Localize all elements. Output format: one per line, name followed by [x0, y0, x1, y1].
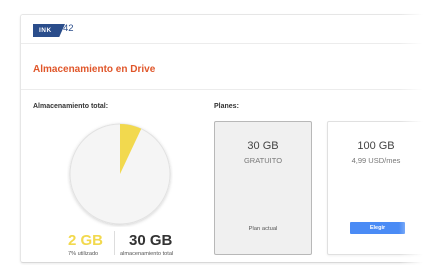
- app-window: INK 42 Almacenamiento en Drive Almacenam…: [20, 14, 427, 263]
- logo-number: 42: [63, 23, 74, 34]
- plan-price: 4,99 USD/mes: [351, 156, 401, 165]
- plan-size: 100 GB: [357, 140, 395, 152]
- used-percent-caption: 7% utilizado: [68, 251, 99, 257]
- top-bar: INK 42: [21, 15, 427, 44]
- plan-subtitle: GRATUITO: [243, 156, 283, 165]
- choose-plan-button[interactable]: Elegir: [350, 222, 405, 234]
- plan-card-current: 30 GB GRATUITO Plan actual: [214, 121, 312, 255]
- title-bar: Almacenamiento en Drive: [21, 55, 427, 90]
- used-storage-value: 2 GB: [68, 232, 104, 249]
- storage-section-label: Almacenamiento total:: [33, 103, 109, 110]
- page-title: Almacenamiento en Drive: [33, 64, 156, 75]
- total-storage-value: 30 GB: [129, 232, 173, 249]
- current-plan-label: Plan actual: [248, 226, 278, 232]
- usage-divider: [114, 231, 115, 255]
- plan-card-100gb[interactable]: 100 GB 4,99 USD/mes Elegir: [327, 121, 425, 255]
- storage-pie-chart: [67, 121, 173, 227]
- logo-badge: INK: [33, 24, 65, 37]
- plan-size: 30 GB: [247, 140, 279, 152]
- plans-section-label: Planes:: [214, 103, 239, 110]
- total-storage-caption: almacenamiento total: [120, 251, 174, 257]
